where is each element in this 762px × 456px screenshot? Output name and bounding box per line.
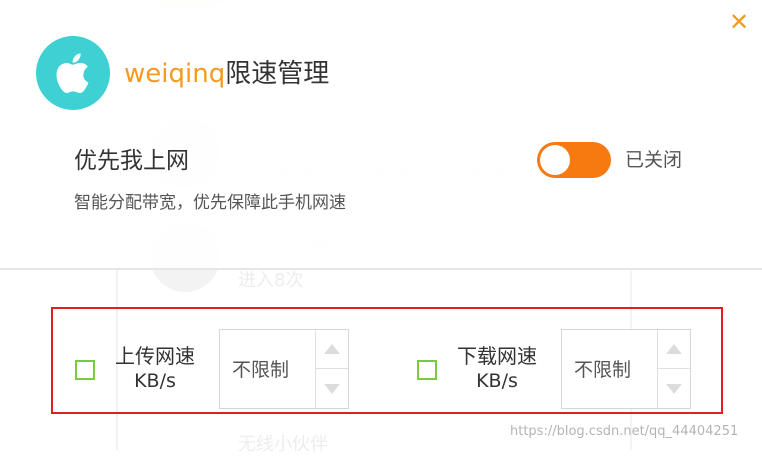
download-increment-button[interactable] [658,330,690,369]
download-speed-label: 下载网速 KB/s [451,343,543,393]
speed-limit-dialog: ✕ weiqinq限速管理 优先我上网 智能分配带宽，优先保障此手机网速 已关闭 [0,0,762,270]
toggle-knob [540,145,570,175]
dialog-title: weiqinq限速管理 [124,58,329,90]
apple-icon [56,53,89,93]
toggle-status-label: 已关闭 [625,149,683,171]
download-speed-value[interactable]: 不限制 [574,358,631,382]
upload-stepper-buttons [315,330,348,408]
download-decrement-button[interactable] [658,369,690,408]
close-icon[interactable]: ✕ [727,10,751,34]
download-unit: KB/s [476,370,518,392]
upload-speed-value[interactable]: 不限制 [232,358,289,382]
triangle-down-icon [324,383,340,394]
watermark: https://blog.csdn.net/qq_44404251 [510,424,739,439]
priority-description: 智能分配带宽，优先保障此手机网速 [74,193,346,213]
upload-speed-stepper[interactable]: 不限制 [219,329,349,409]
priority-title: 优先我上网 [74,148,189,174]
speed-limit-section: 上传网速 KB/s 不限制 下载网速 KB/s 不限制 [51,307,723,414]
download-stepper-buttons [657,330,690,408]
upload-decrement-button[interactable] [316,369,348,408]
device-name: weiqinq [124,59,226,89]
background-item-name: 无线小伙伴 [238,434,328,455]
triangle-up-icon [666,344,682,354]
download-speed-stepper[interactable]: 不限制 [561,329,691,409]
upload-label: 上传网速 [115,344,195,368]
triangle-up-icon [324,344,340,354]
download-limit-checkbox[interactable] [417,360,437,380]
download-label: 下载网速 [457,344,537,368]
priority-toggle[interactable] [537,142,611,178]
dialog-title-suffix: 限速管理 [225,59,330,89]
upload-limit-checkbox[interactable] [75,360,95,380]
triangle-down-icon [666,383,682,394]
upload-speed-label: 上传网速 KB/s [109,343,201,393]
upload-unit: KB/s [134,370,176,392]
upload-increment-button[interactable] [316,330,348,369]
app-logo [36,36,110,110]
